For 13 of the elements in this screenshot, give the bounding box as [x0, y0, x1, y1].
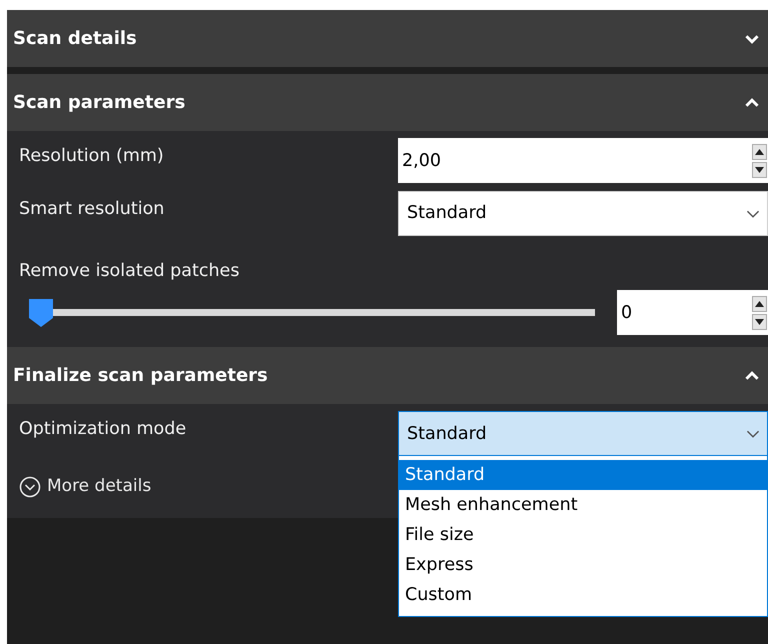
- field-label: Resolution (mm): [18, 145, 165, 168]
- more-details-link[interactable]: More details: [7, 464, 152, 500]
- number-field[interactable]: 2,00: [398, 138, 752, 183]
- slider-label: Remove isolated patches: [18, 260, 240, 283]
- dropdown[interactable]: Standard: [398, 191, 768, 236]
- dropdown-option[interactable]: Standard: [399, 460, 767, 490]
- section-header[interactable]: Finalize scan parameters: [7, 347, 768, 404]
- section-header[interactable]: Scan parameters: [7, 74, 768, 131]
- number-field[interactable]: 0: [617, 290, 752, 336]
- dropdown[interactable]: Standard: [398, 411, 768, 456]
- field-label: Smart resolution: [18, 198, 166, 221]
- field-label: Optimization mode: [18, 418, 188, 442]
- section-header[interactable]: Scan details: [7, 10, 768, 67]
